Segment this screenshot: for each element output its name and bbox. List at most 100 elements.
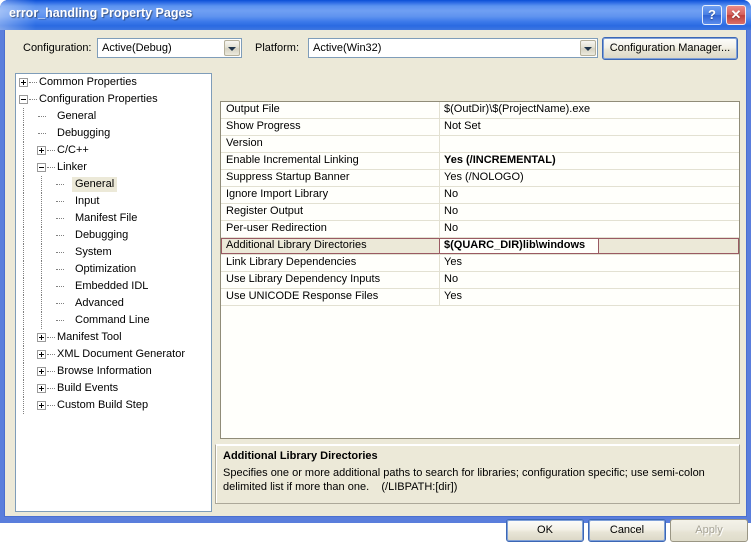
tree-item-linker[interactable]: Linker	[16, 159, 211, 176]
column-divider[interactable]	[439, 204, 440, 220]
property-name: Suppress Startup Banner	[226, 171, 350, 183]
cancel-button[interactable]: Cancel	[588, 519, 666, 542]
tree-item-common-properties[interactable]: Common Properties	[16, 74, 211, 91]
column-divider[interactable]	[439, 136, 440, 152]
description-text: Specifies one or more additional paths t…	[223, 466, 728, 494]
column-divider[interactable]	[439, 119, 440, 135]
property-row[interactable]: Link Library DependenciesYes	[221, 255, 739, 272]
tree-item-build-events[interactable]: Build Events	[16, 380, 211, 397]
tree-item-label: Embedded IDL	[72, 279, 151, 294]
collapse-icon[interactable]	[19, 95, 28, 104]
tree-connector	[41, 312, 43, 329]
property-value[interactable]: $(QUARC_DIR)lib\windows	[444, 239, 585, 251]
property-value[interactable]: No	[444, 222, 458, 234]
property-row[interactable]: Show ProgressNot Set	[221, 119, 739, 136]
tree-item-c-c[interactable]: C/C++	[16, 142, 211, 159]
tree-connector	[56, 201, 64, 203]
tree-connector	[23, 159, 25, 176]
chevron-down-icon[interactable]	[224, 40, 240, 56]
expand-icon[interactable]	[37, 367, 46, 376]
property-value[interactable]: Yes	[444, 290, 462, 302]
tree-item-input[interactable]: Input	[16, 193, 211, 210]
tree-item-debugging[interactable]: Debugging	[16, 227, 211, 244]
column-divider[interactable]	[439, 272, 440, 288]
property-name: Additional Library Directories	[226, 239, 367, 251]
property-name: Output File	[226, 103, 280, 115]
tree-item-general[interactable]: General	[16, 176, 211, 193]
tree-connector	[56, 286, 64, 288]
property-value[interactable]: Yes	[444, 256, 462, 268]
tree-item-xml-document-generator[interactable]: XML Document Generator	[16, 346, 211, 363]
expand-icon[interactable]	[19, 78, 28, 87]
column-divider[interactable]	[439, 187, 440, 203]
description-sentence: Specifies one or more additional paths t…	[223, 467, 705, 493]
property-name: Enable Incremental Linking	[226, 154, 359, 166]
title-bar[interactable]: error_handling Property Pages ? ✕	[0, 0, 751, 30]
property-value[interactable]: No	[444, 205, 458, 217]
property-row[interactable]: Use Library Dependency Inputs No	[221, 272, 739, 289]
apply-button: Apply	[670, 519, 748, 542]
property-row[interactable]: Use UNICODE Response FilesYes	[221, 289, 739, 306]
chevron-down-icon[interactable]	[580, 40, 596, 56]
tree-item-advanced[interactable]: Advanced	[16, 295, 211, 312]
column-divider[interactable]	[439, 221, 440, 237]
tree-item-manifest-file[interactable]: Manifest File	[16, 210, 211, 227]
property-row[interactable]: Per-user Redirection No	[221, 221, 739, 238]
expand-icon[interactable]	[37, 350, 46, 359]
configuration-dropdown[interactable]: Active(Debug)	[97, 38, 242, 58]
collapse-icon[interactable]	[37, 163, 46, 172]
help-icon[interactable]: ?	[702, 5, 722, 25]
tree-item-command-line[interactable]: Command Line	[16, 312, 211, 329]
tree-item-label: Advanced	[72, 296, 127, 311]
column-divider[interactable]	[439, 255, 440, 271]
property-value[interactable]: Yes (/NOLOGO)	[444, 171, 524, 183]
tree-item-embedded-idl[interactable]: Embedded IDL	[16, 278, 211, 295]
tree-item-general[interactable]: General	[16, 108, 211, 125]
property-value[interactable]: $(OutDir)\$(ProjectName).exe	[444, 103, 590, 115]
tree-item-label: Input	[72, 194, 102, 209]
property-value[interactable]: No	[444, 188, 458, 200]
tree-item-debugging[interactable]: Debugging	[16, 125, 211, 142]
tree-item-label: General	[72, 177, 117, 192]
property-tree[interactable]: Common PropertiesConfiguration Propertie…	[15, 73, 212, 512]
column-divider[interactable]	[439, 238, 440, 254]
property-row[interactable]: Register OutputNo	[221, 204, 739, 221]
expand-icon[interactable]	[37, 146, 46, 155]
expand-icon[interactable]	[37, 384, 46, 393]
tree-item-manifest-tool[interactable]: Manifest Tool	[16, 329, 211, 346]
property-row[interactable]: Suppress Startup Banner Yes (/NOLOGO)	[221, 170, 739, 187]
tree-connector	[41, 261, 43, 278]
configuration-manager-button[interactable]: Configuration Manager...	[602, 37, 738, 60]
platform-dropdown[interactable]: Active(Win32)	[308, 38, 598, 58]
property-value[interactable]: Yes (/INCREMENTAL)	[444, 154, 556, 166]
tree-connector	[47, 405, 55, 407]
property-value[interactable]: Not Set	[444, 120, 481, 132]
tree-item-label: Build Events	[54, 381, 121, 396]
tree-connector	[38, 133, 46, 135]
property-name: Use Library Dependency Inputs	[226, 273, 380, 285]
tree-item-custom-build-step[interactable]: Custom Build Step	[16, 397, 211, 414]
property-row[interactable]: Ignore Import LibraryNo	[221, 187, 739, 204]
column-divider[interactable]	[439, 102, 440, 118]
tree-item-configuration-properties[interactable]: Configuration Properties	[16, 91, 211, 108]
property-row[interactable]: Output File $(OutDir)\$(ProjectName).exe	[221, 102, 739, 119]
tree-connector	[23, 363, 25, 380]
property-row[interactable]: Version	[221, 136, 739, 153]
property-row[interactable]: Enable Incremental Linking Yes (/INCREMEN…	[221, 153, 739, 170]
column-divider[interactable]	[439, 153, 440, 169]
tree-item-browse-information[interactable]: Browse Information	[16, 363, 211, 380]
expand-icon[interactable]	[37, 401, 46, 410]
column-divider[interactable]	[439, 170, 440, 186]
property-row[interactable]: Additional Library Directories $(QUARC_DI…	[221, 238, 739, 255]
expand-icon[interactable]	[37, 333, 46, 342]
tree-item-optimization[interactable]: Optimization	[16, 261, 211, 278]
close-icon[interactable]: ✕	[726, 5, 746, 25]
property-grid[interactable]: Output File $(OutDir)\$(ProjectName).exe S…	[220, 101, 740, 439]
property-name: Per-user Redirection	[226, 222, 327, 234]
tree-connector	[23, 397, 25, 414]
property-value[interactable]: No	[444, 273, 458, 285]
ok-button[interactable]: OK	[506, 519, 584, 542]
tree-item-system[interactable]: System	[16, 244, 211, 261]
tree-item-label: Browse Information	[54, 364, 155, 379]
column-divider[interactable]	[439, 289, 440, 305]
